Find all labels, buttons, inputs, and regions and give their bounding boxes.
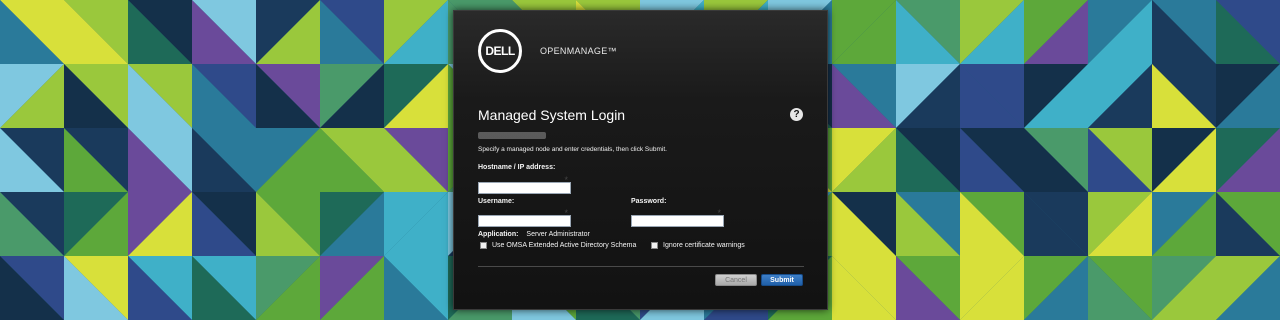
- submit-button[interactable]: Submit: [761, 274, 803, 286]
- ignore-cert-option[interactable]: Ignore certificate warnings: [651, 242, 745, 249]
- username-label: Username:: [478, 198, 515, 205]
- dell-logo: DELL: [478, 29, 522, 73]
- password-input[interactable]: [631, 214, 724, 227]
- omsa-schema-checkbox[interactable]: [480, 242, 487, 249]
- hostname-input[interactable]: [478, 181, 571, 194]
- redacted-text: [478, 132, 546, 139]
- application-label: Application:: [478, 231, 519, 238]
- divider: [478, 266, 804, 267]
- hostname-field-wrapper: *: [478, 175, 571, 194]
- password-label: Password:: [631, 198, 667, 205]
- application-row: Application: Server Administrator: [478, 231, 590, 238]
- product-name: OPENMANAGE™: [540, 46, 617, 56]
- help-icon[interactable]: ?: [790, 108, 803, 121]
- hostname-label: Hostname / IP address:: [478, 164, 556, 171]
- instruction-text: Specify a managed node and enter credent…: [478, 146, 667, 153]
- dell-logo-text: DELL: [485, 44, 515, 58]
- username-input[interactable]: [478, 214, 571, 227]
- ignore-cert-checkbox[interactable]: [651, 242, 658, 249]
- password-field-wrapper: *: [631, 208, 724, 227]
- login-dialog: DELL OPENMANAGE™ Managed System Login ? …: [453, 10, 828, 310]
- application-value: Server Administrator: [526, 231, 590, 238]
- omsa-schema-label: Use OMSA Extended Active Directory Schem…: [492, 242, 637, 249]
- username-field-wrapper: *: [478, 208, 571, 227]
- cancel-button[interactable]: Cancel: [715, 274, 757, 286]
- page-title: Managed System Login: [478, 107, 626, 123]
- ignore-cert-label: Ignore certificate warnings: [663, 242, 745, 249]
- omsa-schema-option[interactable]: Use OMSA Extended Active Directory Schem…: [480, 242, 636, 249]
